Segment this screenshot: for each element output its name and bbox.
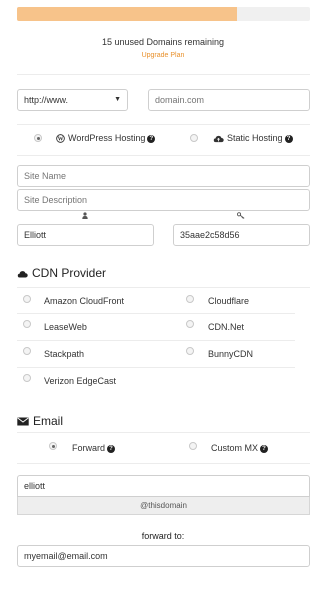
cdn-provider-title: CDN Provider [32, 266, 107, 280]
cdn-option-label: Verizon EdgeCast [44, 376, 117, 386]
divider [17, 340, 295, 341]
email-forward-option[interactable]: Forward? [72, 443, 116, 453]
progress-fill [17, 7, 237, 21]
unused-domains-text: 15 unused Domains remaining [101, 37, 225, 47]
protocol-select[interactable]: http://www. ▼ [17, 89, 128, 111]
forward-address-input[interactable] [17, 545, 310, 567]
help-icon[interactable]: ? [107, 444, 116, 453]
email-custom-mx-option[interactable]: Custom MX? [211, 443, 269, 453]
divider [17, 313, 295, 314]
divider [17, 155, 310, 156]
email-forward-label: Forward [72, 443, 106, 453]
protocol-value: http://www. [24, 95, 69, 105]
static-hosting-radio[interactable] [190, 134, 198, 142]
cdn-radio-bunnycdn[interactable] [186, 347, 194, 355]
envelope-icon [17, 417, 29, 426]
email-local-part-input[interactable] [17, 475, 310, 497]
divider [17, 287, 310, 288]
cdn-provider-heading: CDN Provider [17, 266, 106, 280]
key-icon [236, 212, 245, 221]
site-name-input[interactable] [17, 165, 310, 187]
username-input[interactable] [17, 224, 154, 246]
cdn-radio-amazon-cloudfront[interactable] [23, 295, 31, 303]
divider [17, 463, 310, 464]
cdn-radio-verizon-edgecast[interactable] [23, 374, 31, 382]
password-input[interactable] [173, 224, 310, 246]
wordpress-icon: W [56, 134, 65, 143]
user-icon [82, 212, 88, 221]
help-icon[interactable]: ? [147, 134, 156, 143]
cloud-upload-icon [213, 135, 224, 143]
email-title: Email [33, 414, 64, 428]
email-heading: Email [17, 414, 63, 428]
cdn-radio-cloudflare[interactable] [186, 295, 194, 303]
email-domain-addon: @thisdomain [17, 497, 310, 515]
domain-input[interactable] [148, 89, 310, 111]
cdn-option-label: Stackpath [44, 349, 85, 359]
upgrade-plan-link[interactable]: Upgrade Plan [0, 52, 326, 59]
cdn-radio-leaseweb[interactable] [23, 320, 31, 328]
email-forward-radio[interactable] [49, 442, 57, 450]
cdn-option-label: CDN.Net [208, 322, 245, 332]
divider [17, 367, 295, 368]
divider [17, 432, 310, 433]
wordpress-hosting-radio[interactable] [34, 134, 42, 142]
static-hosting-option[interactable]: Static Hosting? [213, 133, 293, 143]
forward-to-label: forward to: [141, 531, 185, 541]
chevron-down-icon: ▼ [114, 96, 121, 103]
svg-text:W: W [58, 137, 64, 143]
wordpress-hosting-option[interactable]: W WordPress Hosting? [56, 133, 156, 143]
cdn-option-label: LeaseWeb [44, 322, 87, 332]
help-icon[interactable]: ? [260, 444, 269, 453]
wordpress-hosting-label: WordPress Hosting [68, 133, 146, 143]
cdn-option-label: Amazon CloudFront [44, 296, 125, 306]
cdn-option-label: BunnyCDN [208, 349, 254, 359]
site-description-input[interactable] [17, 189, 310, 211]
divider [17, 74, 310, 75]
help-icon[interactable]: ? [284, 134, 293, 143]
domain-usage-progress [17, 7, 310, 21]
email-custom-mx-radio[interactable] [189, 442, 197, 450]
static-hosting-label: Static Hosting [227, 133, 283, 143]
cdn-radio-cdn-net[interactable] [186, 320, 194, 328]
email-custom-mx-label: Custom MX [211, 443, 259, 453]
cdn-radio-stackpath[interactable] [23, 347, 31, 355]
cloud-icon [17, 270, 28, 278]
cdn-option-label: Cloudflare [208, 296, 250, 306]
divider [17, 124, 310, 125]
